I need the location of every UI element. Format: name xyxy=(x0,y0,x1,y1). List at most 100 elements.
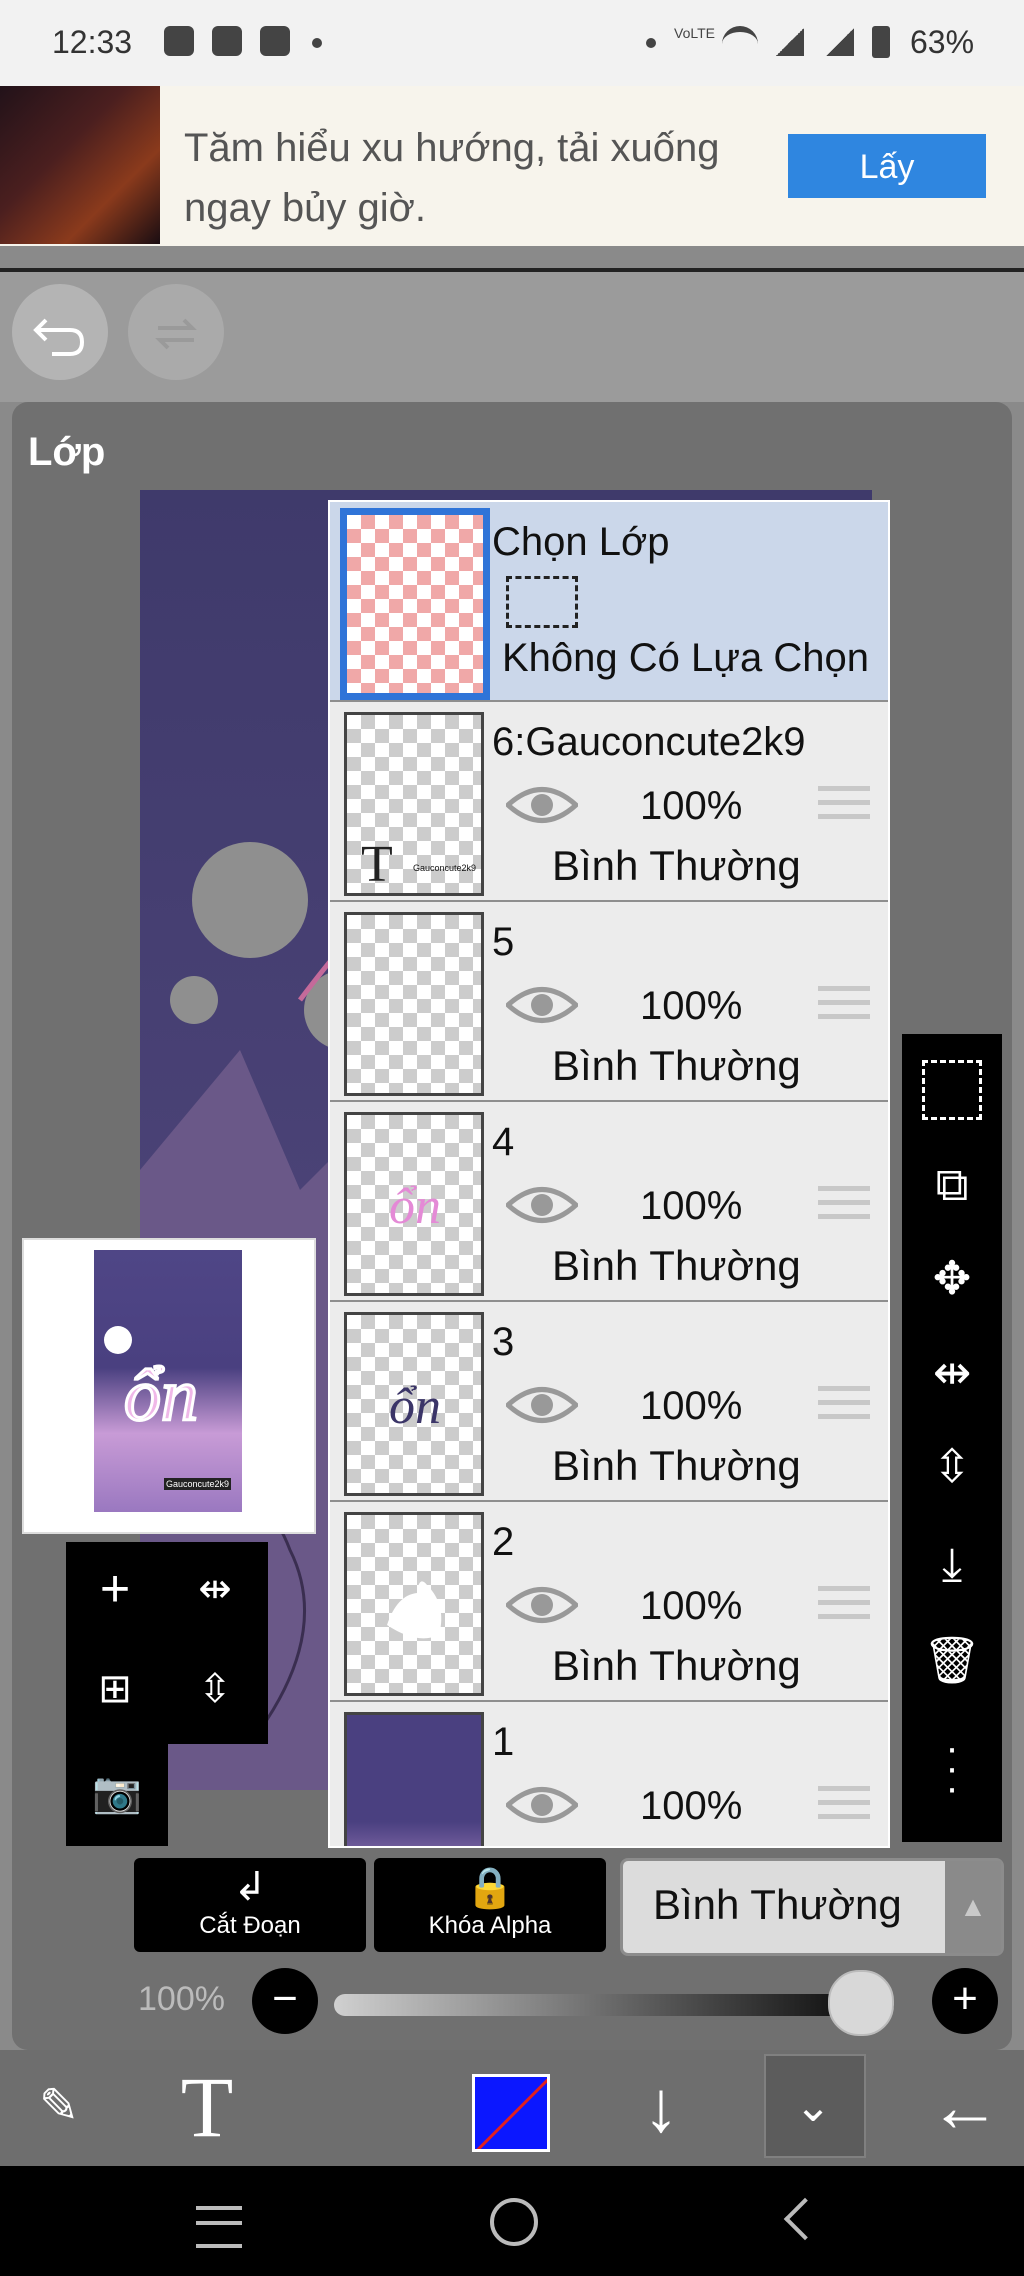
recent-apps-line xyxy=(196,2221,242,2225)
left-tool-panel: + ⇹ ⊞ ⇳ xyxy=(66,1542,268,1744)
layer-name: Chọn Lớp xyxy=(492,520,670,564)
home-icon[interactable] xyxy=(490,2198,538,2246)
selection-box-icon xyxy=(506,576,578,628)
left-tool-panel-camera: 📷 xyxy=(66,1742,168,1846)
ad-image[interactable] xyxy=(0,86,160,244)
layer-name: 2 xyxy=(492,1520,515,1564)
opacity-increase-button[interactable]: + xyxy=(932,1968,998,2034)
layer-opacity: 100% xyxy=(640,984,743,1028)
more-icon[interactable]: · · · xyxy=(922,1728,982,1808)
visibility-eye-icon[interactable] xyxy=(506,1382,578,1428)
flip-vertical-icon[interactable]: ⇳ xyxy=(180,1654,250,1724)
drag-handle-icon[interactable] xyxy=(818,1786,870,1826)
drag-handle-icon[interactable] xyxy=(818,786,870,826)
chevron-up-icon[interactable]: ▲ xyxy=(945,1861,1001,1953)
camera-icon[interactable]: 📷 xyxy=(82,1758,152,1828)
merge-down-icon[interactable]: ⤓ xyxy=(922,1534,982,1594)
selection-icon[interactable] xyxy=(922,1060,982,1120)
layer-opacity: 100% xyxy=(640,1784,743,1828)
delete-icon[interactable]: 🗑 xyxy=(922,1630,982,1690)
undo-icon xyxy=(33,318,85,356)
layer-row[interactable]: T Gauconcute2k9 6:Gauconcute2k9 100% Bìn… xyxy=(330,702,888,903)
redo-button[interactable] xyxy=(128,284,224,380)
drag-handle-icon[interactable] xyxy=(818,1186,870,1226)
layer-blend-mode: Bình Thường xyxy=(552,1442,801,1489)
add-copy-icon[interactable]: ⊞ xyxy=(80,1654,150,1724)
layer-opacity: 100% xyxy=(640,784,743,828)
reference-artwork: ổn xyxy=(94,1250,242,1512)
clipping-label: Cắt Đoạn xyxy=(199,1912,301,1939)
thumb-glyph: ổn xyxy=(389,1178,441,1235)
transform-icon[interactable]: ⧉ xyxy=(922,1154,982,1214)
alpha-lock-button[interactable]: 🔒 Khóa Alpha xyxy=(374,1858,606,1952)
mail-notification-icon xyxy=(212,26,242,56)
visibility-eye-icon[interactable] xyxy=(506,782,578,828)
color-swatch[interactable] xyxy=(472,2074,550,2152)
drag-handle-icon[interactable] xyxy=(818,1586,870,1626)
layer-list[interactable]: Chọn Lớp Không Có Lựa Chọn T Gauconcute2… xyxy=(328,500,890,1848)
selection-status: Không Có Lựa Chọn xyxy=(502,636,870,680)
layer-opacity: 100% xyxy=(640,1384,743,1428)
layer-row[interactable]: 2 100% Bình Thường xyxy=(330,1502,888,1703)
undo-button[interactable] xyxy=(12,284,108,380)
recent-apps-icon[interactable] xyxy=(196,2206,242,2248)
layer-thumbnail xyxy=(344,1512,484,1696)
flip-icon[interactable]: ⇹ xyxy=(180,1554,250,1624)
layer-row[interactable]: ổn 3 100% Bình Thường xyxy=(330,1302,888,1503)
ad-text[interactable]: Tăm hiểu xu hướng, tải xuống ngay bủy gi… xyxy=(184,118,784,238)
opacity-decrease-button[interactable]: − xyxy=(252,1968,318,2034)
visibility-eye-icon[interactable] xyxy=(506,1582,578,1628)
visibility-eye-icon[interactable] xyxy=(506,1782,578,1828)
layer-row-selection[interactable]: Chọn Lớp Không Có Lựa Chọn xyxy=(330,502,888,703)
layer-thumbnail: T Gauconcute2k9 xyxy=(344,712,484,896)
layer-row[interactable]: ổn 4 100% Bình Thường xyxy=(330,1102,888,1303)
signal-icon xyxy=(776,28,804,56)
flip-vertical-icon[interactable]: ⇳ xyxy=(922,1436,982,1496)
visibility-eye-icon[interactable] xyxy=(506,1182,578,1228)
layer-name: 6:Gauconcute2k9 xyxy=(492,720,806,764)
layer-row[interactable]: 5 100% Bình Thường xyxy=(330,902,888,1103)
arrow-down-icon[interactable]: ↓ xyxy=(616,2062,706,2152)
chevron-double-down-icon[interactable]: ⌄ xyxy=(768,2062,858,2152)
dot-icon xyxy=(646,38,656,48)
opacity-slider-knob[interactable] xyxy=(828,1970,894,2036)
thumb-shape xyxy=(387,1581,442,1639)
back-arrow-icon[interactable]: ← xyxy=(920,2062,1010,2152)
move-icon[interactable]: ✥ xyxy=(922,1248,982,1308)
opacity-slider[interactable] xyxy=(334,1994,894,2016)
add-layer-icon[interactable]: + xyxy=(80,1554,150,1624)
blend-mode-select[interactable]: Bình Thường ▲ xyxy=(620,1858,1004,1956)
reference-caption: Gauconcute2k9 xyxy=(164,1478,232,1490)
svg-text:ổn: ổn xyxy=(124,1355,198,1437)
layer-blend-mode: Bình Thường xyxy=(552,842,801,889)
layer-blend-mode: Bình Thường xyxy=(552,1042,801,1089)
more-notifications-icon xyxy=(312,38,322,48)
flip-horizontal-icon[interactable]: ⇹ xyxy=(922,1342,982,1402)
redo-icon xyxy=(155,318,197,350)
layer-thumbnail xyxy=(344,912,484,1096)
brush-swap-icon[interactable]: ✎ xyxy=(14,2062,104,2152)
drag-handle-icon[interactable] xyxy=(818,1386,870,1426)
clip-arrow-icon: ↲ xyxy=(233,1865,267,1909)
panel-title: Lớp xyxy=(28,430,106,474)
layer-tools-column: ⧉ ✥ ⇹ ⇳ ⤓ 🗑 · · · xyxy=(902,1034,1002,1842)
layer-name: 3 xyxy=(492,1320,515,1364)
layer-name: 1 xyxy=(492,1720,515,1764)
mail-notification-icon xyxy=(260,26,290,56)
text-tool-icon[interactable]: T xyxy=(162,2062,252,2152)
layer-name: 5 xyxy=(492,920,515,964)
shop-notification-icon xyxy=(164,26,194,56)
clipping-button[interactable]: ↲ Cắt Đoạn xyxy=(134,1858,366,1952)
drag-handle-icon[interactable] xyxy=(818,986,870,1026)
alpha-lock-label: Khóa Alpha xyxy=(428,1912,552,1939)
ad-get-button[interactable]: Lấy xyxy=(788,134,986,198)
thumb-text: Gauconcute2k9 xyxy=(413,863,477,873)
layer-row[interactable]: 1 100% xyxy=(330,1702,888,1846)
status-time: 12:33 xyxy=(52,24,133,60)
layer-blend-mode: Bình Thường xyxy=(552,1242,801,1289)
visibility-eye-icon[interactable] xyxy=(506,982,578,1028)
layer-name: 4 xyxy=(492,1120,515,1164)
layer-thumbnail: ổn xyxy=(344,1312,484,1496)
battery-percent: 63% xyxy=(910,24,975,60)
battery-icon xyxy=(872,26,890,58)
